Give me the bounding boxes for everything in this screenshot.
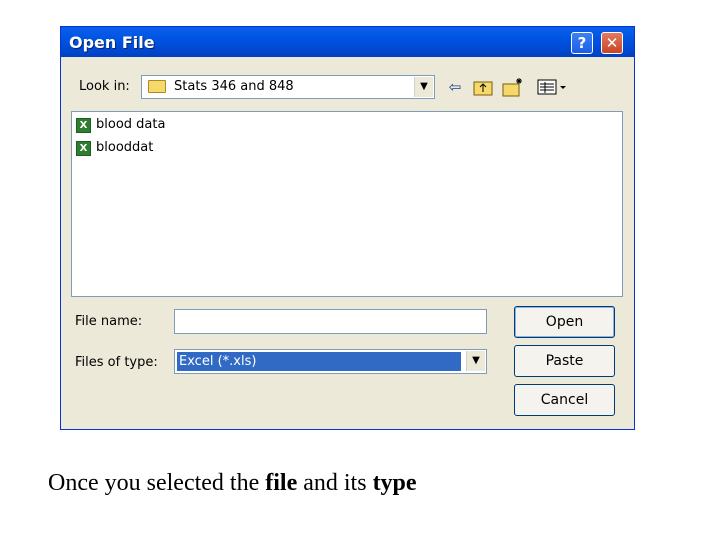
folder-icon	[148, 80, 166, 93]
file-name-label: File name:	[75, 314, 143, 329]
look-in-dropdown[interactable]: Stats 346 and 848 ▼	[141, 75, 435, 99]
excel-file-icon: X	[76, 118, 91, 133]
look-in-label: Look in:	[79, 79, 130, 94]
caption-text: Once you selected the file and its type	[48, 470, 417, 497]
cancel-button[interactable]: Cancel	[514, 384, 615, 416]
chevron-down-icon[interactable]: ▼	[466, 351, 485, 371]
caption-part2: and its	[297, 470, 373, 496]
paste-button[interactable]: Paste	[514, 345, 615, 377]
back-arrow-icon[interactable]: ⇦	[443, 75, 467, 99]
chevron-down-icon[interactable]: ▼	[414, 77, 433, 97]
close-button[interactable]: ✕	[601, 32, 623, 54]
caption-part1: Once you selected the	[48, 470, 266, 496]
open-file-dialog: Open File ? ✕ Look in: Stats 346 and 848…	[60, 26, 635, 430]
look-in-value: Stats 346 and 848	[174, 79, 294, 94]
caption-bold-file: file	[265, 470, 298, 496]
file-name-input[interactable]	[174, 309, 487, 334]
new-folder-icon[interactable]	[501, 75, 525, 99]
up-folder-icon[interactable]	[471, 75, 495, 99]
file-list[interactable]: X blood data X blooddat	[71, 111, 623, 297]
title-bar[interactable]: Open File ? ✕	[61, 27, 634, 57]
view-menu-icon[interactable]	[535, 75, 569, 99]
files-of-type-dropdown[interactable]: Excel (*.xls) ▼	[174, 349, 487, 374]
caption-bold-type: type	[372, 470, 417, 496]
file-name-text: blood data	[96, 117, 166, 132]
files-of-type-label: Files of type:	[75, 355, 158, 370]
file-name-text: blooddat	[96, 140, 154, 155]
excel-file-icon: X	[76, 141, 91, 156]
dialog-title: Open File	[69, 33, 155, 52]
help-button[interactable]: ?	[571, 32, 593, 54]
open-button[interactable]: Open	[514, 306, 615, 338]
files-of-type-value: Excel (*.xls)	[177, 352, 461, 371]
